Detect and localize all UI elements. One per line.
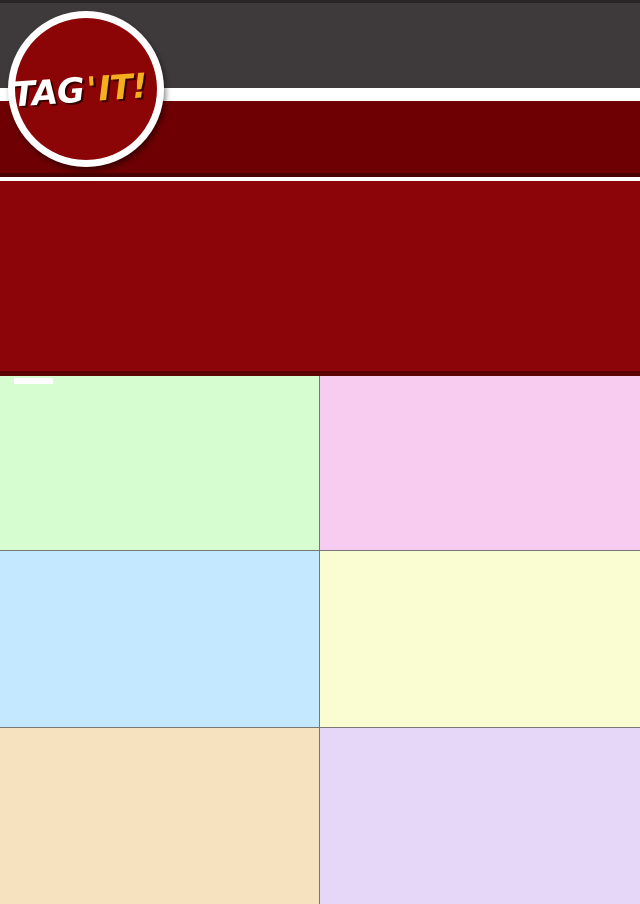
color-tile-yellow[interactable] <box>320 551 640 728</box>
color-tile-green[interactable] <box>0 376 320 551</box>
banner-area <box>0 181 640 371</box>
color-tile-purple[interactable] <box>320 728 640 904</box>
color-tile-blue[interactable] <box>0 551 320 728</box>
color-tile-pink[interactable] <box>320 376 640 551</box>
logo-tag-text: TAG <box>10 70 86 116</box>
logo-apostrophe: ' <box>85 69 98 111</box>
selection-indicator <box>14 378 53 384</box>
logo-it-text: IT! <box>96 66 148 110</box>
color-tile-grid <box>0 376 640 904</box>
color-tile-orange[interactable] <box>0 728 320 904</box>
